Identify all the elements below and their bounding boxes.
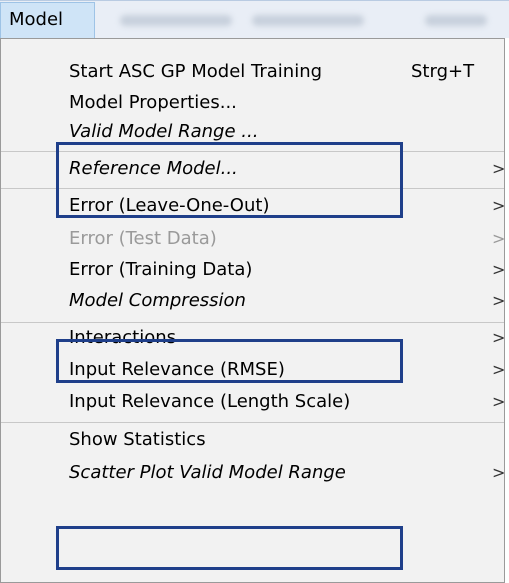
- menu-item-label: Start ASC GP Model Training: [69, 61, 323, 82]
- menu-item-show-statistics[interactable]: Show Statistics: [1, 425, 504, 455]
- menu-item-interactions[interactable]: Interactions >: [1, 323, 506, 353]
- menu-item-error-test-data: Error (Test Data) >: [1, 224, 506, 254]
- menu-item-label: Error (Test Data): [69, 228, 217, 249]
- chevron-right-icon: >: [492, 463, 506, 482]
- menu-item-label: Model Compression: [69, 290, 246, 311]
- chevron-right-icon: >: [492, 392, 506, 411]
- chevron-right-icon: >: [492, 291, 506, 310]
- menu-item-input-relevance-rmse[interactable]: Input Relevance (RMSE) >: [1, 355, 506, 385]
- menu-item-model-properties[interactable]: Model Properties...: [1, 88, 504, 118]
- menu-item-label: Reference Model...: [69, 158, 238, 179]
- menu-item-label: Error (Leave-One-Out): [69, 195, 270, 216]
- menu-separator: [1, 422, 504, 423]
- chevron-right-icon: >: [492, 196, 506, 215]
- menu-item-error-loo[interactable]: Error (Leave-One-Out) >: [1, 191, 506, 221]
- menu-bar: Model: [0, 0, 509, 39]
- menu-separator: [1, 151, 504, 152]
- chevron-right-icon: >: [492, 360, 506, 379]
- chevron-right-icon: >: [492, 229, 506, 248]
- blurred-menu-item[interactable]: [425, 15, 487, 26]
- model-dropdown-menu: Start ASC GP Model Training Strg+T Model…: [0, 38, 505, 583]
- menu-item-label: Show Statistics: [69, 429, 206, 450]
- menu-item-valid-model-range[interactable]: Valid Model Range ...: [1, 117, 504, 147]
- menu-model[interactable]: Model: [0, 2, 95, 39]
- blurred-menu-item[interactable]: [120, 15, 232, 26]
- menu-item-label: Input Relevance (Length Scale): [69, 391, 351, 412]
- chevron-right-icon: >: [492, 328, 506, 347]
- chevron-right-icon: >: [492, 159, 506, 178]
- menu-item-error-training-data[interactable]: Error (Training Data) >: [1, 255, 506, 285]
- menu-item-label: Input Relevance (RMSE): [69, 359, 285, 380]
- menu-item-label: Interactions: [69, 327, 177, 348]
- menu-item-model-compression[interactable]: Model Compression >: [1, 286, 506, 316]
- shortcut-label: Strg+T: [411, 61, 475, 82]
- menu-item-start-training[interactable]: Start ASC GP Model Training Strg+T: [1, 57, 504, 87]
- menu-item-reference-model[interactable]: Reference Model... >: [1, 154, 506, 184]
- menu-item-label: Valid Model Range ...: [69, 121, 259, 142]
- blurred-menu-item[interactable]: [252, 15, 364, 26]
- menu-item-label: Model Properties...: [69, 92, 237, 113]
- menu-item-label: Error (Training Data): [69, 259, 253, 280]
- menu-item-input-relevance-length-scale[interactable]: Input Relevance (Length Scale) >: [1, 387, 506, 417]
- menu-item-label: Scatter Plot Valid Model Range: [69, 462, 346, 483]
- chevron-right-icon: >: [492, 260, 506, 279]
- menu-item-scatter-plot-valid-range[interactable]: Scatter Plot Valid Model Range >: [1, 458, 506, 488]
- menu-separator: [1, 188, 504, 189]
